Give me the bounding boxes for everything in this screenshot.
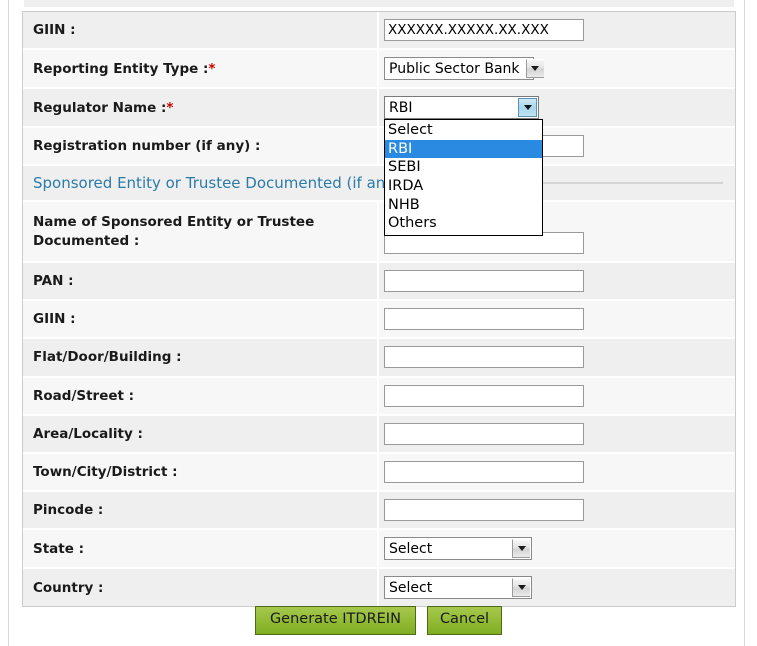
page-gutter-right (744, 0, 757, 646)
country-value: Select (389, 579, 433, 596)
regulator-option-select[interactable]: Select (385, 121, 542, 140)
label-giin-sponsored: GIIN : (33, 311, 76, 328)
form-row-sponsored-entity-name: Name of Sponsored Entity or Trustee Docu… (23, 202, 735, 263)
form-row-pan: PAN : (23, 262, 735, 302)
label-sponsored-entity-name: Name of Sponsored Entity or Trustee Docu… (33, 214, 315, 249)
regulator-option-sebi[interactable]: SEBI (385, 158, 542, 177)
chevron-down-icon[interactable] (512, 578, 530, 598)
itdrein-form-table: GIIN : Reporting Entity Type :* Public S… (22, 11, 736, 608)
label-cell-area-locality: Area/Locality : (23, 415, 379, 452)
regulator-option-others[interactable]: Others (385, 214, 542, 233)
form-row-town-city-district: Town/City/District : (23, 453, 735, 493)
area-locality-input[interactable] (384, 422, 584, 445)
field-cell-town-city-district (379, 454, 735, 490)
label-country: Country : (33, 579, 104, 596)
form-row-road-street: Road/Street : (23, 377, 735, 416)
regulator-option-nhb[interactable]: NHB (385, 196, 542, 215)
regulator-name-select[interactable]: RBI (384, 96, 539, 120)
label-pan: PAN : (33, 272, 74, 289)
form-row-pincode: Pincode : (23, 492, 735, 531)
page-gutter-left (0, 0, 9, 646)
form-row-giin-entity: GIIN : (23, 12, 735, 51)
chevron-down-icon-active[interactable] (518, 98, 537, 118)
form-row-reporting-entity-type: Reporting Entity Type : * Public Sector B… (23, 50, 735, 90)
label-cell-pan: PAN : (23, 262, 379, 300)
label-town-city-district: Town/City/District : (33, 463, 178, 480)
label-cell-pincode: Pincode : (23, 492, 379, 529)
field-cell-pincode (379, 492, 735, 528)
country-select[interactable]: Select (384, 576, 532, 600)
giin-sponsored-input[interactable] (384, 308, 584, 331)
generate-itdrein-button[interactable]: Generate ITDREIN (254, 606, 416, 635)
chevron-down-icon[interactable] (525, 59, 544, 79)
label-registration-number: Registration number (if any) : (33, 138, 261, 155)
regulator-name-select-wrapper: RBI Select RBI SEBI IRDA NHB Others (384, 96, 543, 236)
form-row-state: State : Select (23, 530, 735, 570)
field-cell-state: Select (379, 530, 735, 567)
road-street-input[interactable] (384, 384, 584, 407)
form-row-regulator-name: Regulator Name : * RBI Select RBI SEBI IRDA N… (23, 89, 735, 236)
label-cell-giin-entity: GIIN : (23, 12, 379, 49)
label-cell-road-street: Road/Street : (23, 377, 379, 414)
regulator-name-dropdown-list[interactable]: Select RBI SEBI IRDA NHB Others (384, 119, 543, 236)
previous-row-sliver (24, 0, 734, 9)
label-cell-giin-sponsored: GIIN : (23, 301, 379, 338)
section-header-sponsored-entity: Sponsored Entity or Trustee Documented (… (23, 166, 735, 203)
form-row-country: Country : Select (23, 569, 735, 607)
pincode-input[interactable] (384, 499, 584, 522)
town-city-district-input[interactable] (384, 461, 584, 484)
label-cell-town-city-district: Town/City/District : (23, 453, 379, 491)
label-giin-entity: GIIN : (33, 22, 76, 38)
label-area-locality: Area/Locality : (33, 425, 143, 442)
label-cell-country: Country : (23, 569, 379, 607)
section-title-sponsored-entity: Sponsored Entity or Trustee Documented (… (33, 174, 401, 193)
form-row-flat-door-building: Flat/Door/Building : (23, 339, 735, 378)
label-cell-regulator-name: Regulator Name : * (23, 89, 379, 127)
label-cell-state: State : (23, 530, 379, 568)
field-cell-flat-door-building (379, 339, 735, 375)
required-marker-regulator-name: * (166, 99, 174, 116)
label-regulator-name: Regulator Name : (33, 99, 167, 116)
field-cell-giin-sponsored (379, 301, 735, 337)
regulator-option-irda[interactable]: IRDA (385, 177, 542, 196)
state-value: Select (389, 540, 433, 557)
form-row-giin-sponsored: GIIN : (23, 301, 735, 340)
label-flat-door-building: Flat/Door/Building : (33, 349, 182, 366)
field-cell-giin-entity (379, 12, 735, 48)
sponsored-entity-rows: Name of Sponsored Entity or Trustee Docu… (23, 202, 735, 607)
form-action-bar: Generate ITDREIN Cancel (0, 606, 757, 635)
form-row-registration-number: Registration number (if any) : (23, 128, 735, 167)
form-row-area-locality: Area/Locality : (23, 415, 735, 454)
label-cell-flat-door-building: Flat/Door/Building : (23, 339, 379, 376)
label-pincode: Pincode : (33, 502, 104, 519)
chevron-down-icon[interactable] (512, 539, 530, 559)
state-select[interactable]: Select (384, 537, 532, 561)
reporting-entity-type-select[interactable]: Public Sector Bank (384, 57, 544, 81)
field-cell-country: Select (379, 569, 735, 606)
regulator-name-value: RBI (389, 99, 413, 116)
required-marker-reporting-entity-type: * (208, 60, 216, 77)
field-cell-road-street (379, 378, 735, 414)
field-cell-regulator-name: RBI Select RBI SEBI IRDA NHB Others (379, 89, 735, 236)
regulator-option-rbi[interactable]: RBI (385, 139, 542, 159)
label-cell-reporting-entity-type: Reporting Entity Type : * (23, 50, 379, 88)
label-state: State : (33, 540, 84, 557)
giin-entity-input[interactable] (384, 19, 584, 42)
label-cell-registration-number: Registration number (if any) : (23, 128, 379, 165)
reporting-entity-type-value: Public Sector Bank (389, 60, 520, 77)
flat-door-building-input[interactable] (384, 346, 584, 369)
field-cell-area-locality (379, 416, 735, 452)
pan-input[interactable] (384, 269, 584, 292)
field-cell-reporting-entity-type: Public Sector Bank (379, 50, 735, 87)
label-cell-sponsored-entity-name: Name of Sponsored Entity or Trustee Docu… (23, 202, 379, 261)
field-cell-pan (379, 263, 735, 299)
page-root: GIIN : Reporting Entity Type :* Public S… (0, 0, 757, 646)
label-reporting-entity-type: Reporting Entity Type : (33, 60, 209, 77)
cancel-button[interactable]: Cancel (426, 606, 503, 635)
label-road-street: Road/Street : (33, 387, 135, 404)
